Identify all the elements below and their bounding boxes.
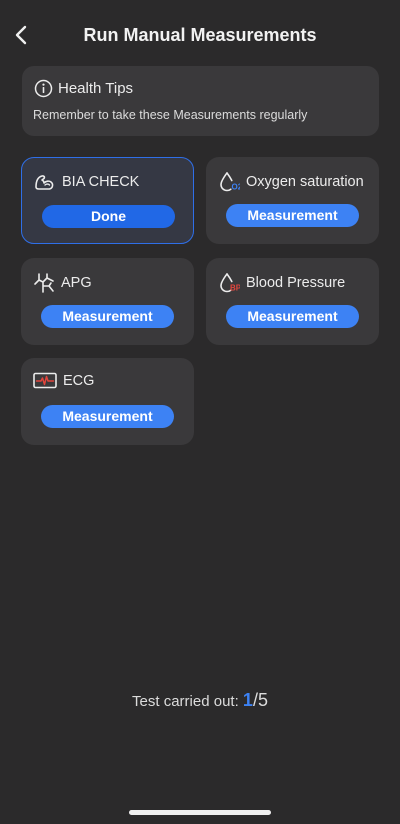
home-indicator[interactable] [129, 810, 271, 815]
card-oxygen-saturation[interactable]: O2 Oxygen saturation Measurement [206, 157, 379, 244]
card-header: APG [33, 272, 92, 294]
measurement-button[interactable]: Measurement [226, 305, 359, 328]
card-header: ECG [33, 372, 94, 390]
health-tips-title: Health Tips [58, 80, 134, 97]
card-ecg[interactable]: ECG Measurement [21, 358, 194, 445]
page-title: Run Manual Measurements [83, 25, 317, 45]
test-progress: Test carried out: 1/5 [0, 690, 400, 711]
measurement-button[interactable]: Measurement [41, 305, 174, 328]
progress-done-count: 1 [242, 690, 253, 710]
card-apg[interactable]: APG Measurement [21, 258, 194, 345]
bp-drop-icon: BP [218, 272, 240, 294]
card-header: BIA CHECK [34, 172, 139, 192]
card-title: Blood Pressure [246, 275, 346, 291]
o2-badge: O2 [232, 183, 241, 192]
done-button[interactable]: Done [42, 205, 175, 228]
header: Run Manual Measurements [0, 0, 400, 70]
ecg-monitor-icon [33, 372, 57, 390]
progress-total: /5 [252, 690, 268, 710]
card-title: APG [61, 275, 92, 291]
measurement-button[interactable]: Measurement [41, 405, 174, 428]
card-header: O2 Oxygen saturation [218, 171, 364, 193]
card-title: BIA CHECK [62, 174, 140, 190]
card-title: ECG [63, 373, 95, 389]
bp-badge: BP [230, 284, 240, 293]
card-blood-pressure[interactable]: BP Blood Pressure Measurement [206, 258, 379, 345]
measurement-button[interactable]: Measurement [226, 204, 359, 227]
health-tips-header: Health Tips [34, 79, 133, 98]
card-bia-check[interactable]: BIA CHECK Done [21, 157, 194, 244]
health-tips-text: Remember to take these Measurements regu… [33, 108, 308, 122]
apg-vessel-icon [33, 272, 55, 294]
o2-drop-icon: O2 [218, 171, 240, 193]
info-icon [34, 79, 53, 98]
health-tips-card: Health Tips Remember to take these Measu… [22, 66, 379, 136]
screen: Run Manual Measurements Health Tips Reme… [0, 0, 400, 824]
card-header: BP Blood Pressure [218, 272, 345, 294]
card-title: Oxygen saturation [246, 174, 364, 190]
progress-label: Test carried out: [132, 693, 243, 710]
bia-arm-icon [34, 172, 56, 192]
